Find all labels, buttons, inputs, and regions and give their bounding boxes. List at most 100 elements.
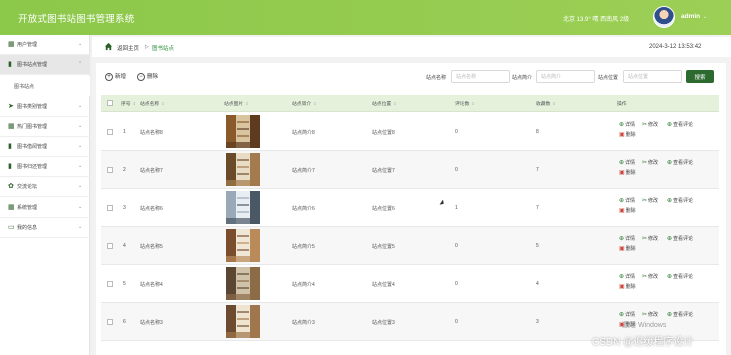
row-favorites: 7 [536,205,539,211]
column-header-site-name[interactable]: 站点名称 ⇕ [140,100,165,107]
column-header-favorites[interactable]: 收藏数 ⇕ [536,100,556,107]
search-icon: ⊕ [619,312,625,318]
select-all-checkbox[interactable] [107,100,113,106]
sidebar-item-site-management[interactable]: ▮ 图书站点管理 ⌃ [0,55,90,75]
row-checkbox[interactable] [107,319,113,325]
row-delete-button[interactable]: ▣删除 [619,207,636,214]
row-site-name: 站点名称7 [140,168,163,174]
breadcrumb: 返回主页 ▷ 图书站点 2024-3-12 13:53:42 [92,37,731,57]
chevron-down-icon: ⌄ [78,41,83,47]
delete-button-label: 删除 [147,74,159,80]
sidebar-item-return-management[interactable]: ▮ 图书归还管理 ⌄ [0,157,90,177]
edit-button[interactable]: ✂修改 [642,235,658,242]
sidebar-subitem-book-site[interactable]: 图书站点 [0,76,90,96]
book-icon: ▮ [8,143,12,150]
edit-button[interactable]: ✂修改 [642,273,658,280]
sidebar-item-label: 图书归还管理 [17,164,48,170]
add-button[interactable]: + 新增 [105,72,126,82]
view-reviews-button[interactable]: ⊕查看评论 [667,197,693,204]
chevron-down-icon[interactable]: ⌄ [703,14,707,20]
sidebar-item-my-info[interactable]: ▭ 我的信息 ⌄ [0,218,90,238]
sidebar-item-label: 我的信息 [17,225,38,231]
row-site-location: 站点位置5 [372,244,395,250]
chevron-down-icon: ⌄ [78,183,83,189]
row-delete-button[interactable]: ▣删除 [619,245,636,252]
row-index: 1 [123,129,126,135]
view-reviews-button[interactable]: ⊕查看评论 [667,311,693,318]
row-checkbox[interactable] [107,167,113,173]
sidebar-item-category-management[interactable]: ➤ 图书类别管理 ⌄ [0,97,90,117]
row-comments: 0 [455,281,458,287]
row-comments: 0 [455,243,458,249]
view-reviews-button[interactable]: ⊕查看评论 [667,121,693,128]
detail-button[interactable]: ⊕详情 [619,311,635,318]
row-checkbox[interactable] [107,243,113,249]
sidebar-item-user-management[interactable]: ▦ 用户管理 ⌄ [0,35,90,55]
row-index: 3 [123,205,126,211]
edit-button[interactable]: ✂修改 [642,121,658,128]
breadcrumb-separator: ▷ [145,44,149,50]
column-header-site-intro[interactable]: 站点简介 ⇕ [292,100,317,107]
sidebar-item-forum[interactable]: ✿ 交流论坛 ⌄ [0,177,90,197]
sidebar: ▦ 用户管理 ⌄ ▮ 图书站点管理 ⌃ 图书站点 ➤ 图书类别管理 ⌄ ▦ 热门… [0,35,90,355]
trash-icon: ▣ [619,208,625,214]
home-icon[interactable] [104,42,113,51]
trash-icon: ▣ [619,170,625,176]
site-location-input[interactable] [623,70,682,83]
site-image [226,153,260,186]
edit-button[interactable]: ✂修改 [642,197,658,204]
main-content: 返回主页 ▷ 图书站点 2024-3-12 13:53:42 + 新增 − 删除 站… [92,35,731,355]
sidebar-item-hot-books[interactable]: ▦ 热门图书管理 ⌄ [0,117,90,137]
chevron-down-icon: ⌄ [78,224,83,230]
site-image [226,305,260,338]
detail-button[interactable]: ⊕详情 [619,235,635,242]
site-image [226,115,260,148]
site-intro-input[interactable] [536,70,595,83]
search-button[interactable]: 搜索 [686,70,714,83]
row-favorites: 4 [536,281,539,287]
edit-button[interactable]: ✂修改 [642,311,658,318]
sidebar-item-system-management[interactable]: ▦ 系统管理 ⌄ [0,198,90,218]
sidebar-item-borrow-management[interactable]: ▮ 图书借阅管理 ⌄ [0,137,90,157]
site-name-input[interactable] [451,70,510,83]
scissors-icon: ✂ [642,122,648,128]
view-reviews-button[interactable]: ⊕查看评论 [667,235,693,242]
search-icon: ⊕ [619,198,625,204]
row-delete-button[interactable]: ▣删除 [619,131,636,138]
delete-button[interactable]: − 删除 [137,72,158,82]
column-header-index: 序号 ⇕ [121,101,136,107]
scissors-icon: ✂ [642,312,648,318]
search-icon: ⊕ [667,236,673,242]
column-header-site-location[interactable]: 站点位置 ⇕ [372,100,397,107]
view-reviews-button[interactable]: ⊕查看评论 [667,273,693,280]
top-bar: 开放式图书站图书管理系统 北京 13.9° 晴 西南风 2级 admin ⌄ [0,0,731,35]
avatar[interactable] [653,6,675,28]
row-site-location: 站点位置4 [372,282,395,288]
detail-button[interactable]: ⊕详情 [619,197,635,204]
bar-chart-icon: ▮ [8,163,12,170]
row-delete-button[interactable]: ▣删除 [619,283,636,290]
row-checkbox[interactable] [107,281,113,287]
column-header-comments[interactable]: 评论数 ⇕ [455,100,475,107]
edit-button[interactable]: ✂修改 [642,159,658,166]
row-checkbox[interactable] [107,129,113,135]
row-site-name: 站点名称8 [140,130,163,136]
chevron-down-icon: ⌄ [78,143,83,149]
detail-button[interactable]: ⊕详情 [619,273,635,280]
search-icon: ⊕ [667,312,673,318]
row-delete-button[interactable]: ▣删除 [619,169,636,176]
row-checkbox[interactable] [107,205,113,211]
detail-button[interactable]: ⊕详情 [619,121,635,128]
search-label-site-name: 站点名称 [426,75,447,81]
column-header-site-image[interactable]: 站点图片 ⇕ [224,100,249,107]
breadcrumb-home-link[interactable]: 返回主页 [117,44,139,52]
view-reviews-button[interactable]: ⊕查看评论 [667,159,693,166]
detail-button[interactable]: ⊕详情 [619,159,635,166]
row-index: 4 [123,243,126,249]
palette-icon: ✿ [8,183,14,190]
row-comments: 0 [455,319,458,325]
row-favorites: 5 [536,243,539,249]
row-comments: 0 [455,167,458,173]
username[interactable]: admin [681,13,700,20]
sidebar-item-label: 系统管理 [17,205,38,211]
